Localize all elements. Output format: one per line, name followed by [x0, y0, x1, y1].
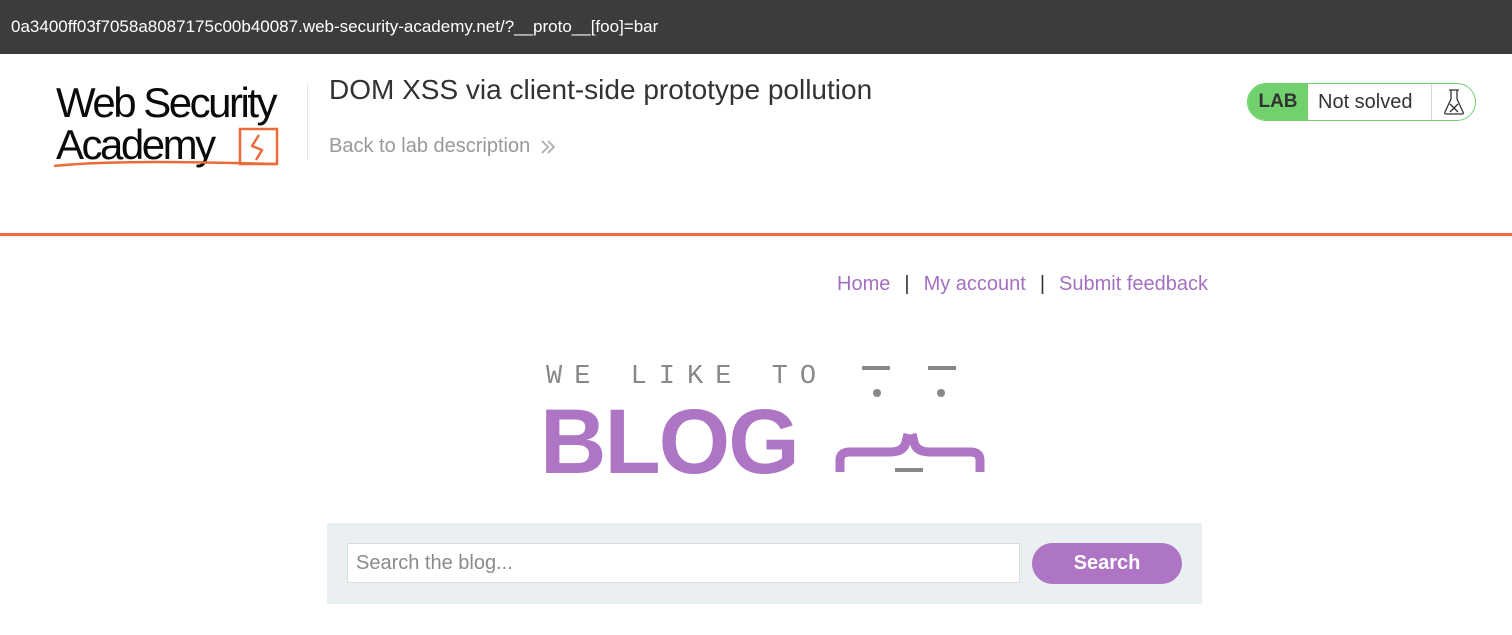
address-bar-url[interactable]: 0a3400ff03f7058a8087175c00b40087.web-sec… [11, 17, 658, 37]
address-bar[interactable]: 0a3400ff03f7058a8087175c00b40087.web-sec… [0, 0, 1512, 54]
back-to-lab-description-link[interactable]: Back to lab description [329, 135, 556, 158]
header-divider [0, 233, 1512, 236]
nav-separator: | [1039, 273, 1046, 295]
top-navigation: Home | My account | Submit feedback [837, 273, 1208, 296]
double-chevron-right-icon [541, 139, 556, 154]
search-input[interactable] [347, 543, 1020, 583]
search-button[interactable]: Search [1032, 543, 1182, 584]
lab-badge: LAB [1248, 84, 1308, 120]
logo-mark-icon [53, 127, 279, 168]
logo-divider [307, 84, 308, 160]
lab-title: DOM XSS via client-side prototype pollut… [329, 74, 873, 105]
web-security-academy-logo[interactable]: Web Security Academy [50, 80, 310, 175]
nav-separator: | [904, 273, 910, 295]
blog-banner: WE LIKE TO BLOG [540, 362, 990, 493]
back-link-label[interactable]: Back to lab description [329, 135, 530, 158]
nav-my-account-link[interactable]: My account [924, 273, 1026, 296]
lab-status-widget: LAB Not solved [1247, 83, 1476, 121]
flask-icon [1432, 84, 1475, 120]
nav-submit-feedback-link[interactable]: Submit feedback [1059, 273, 1208, 296]
face-brace-icon [835, 366, 985, 472]
lab-status-text: Not solved [1308, 84, 1432, 120]
nav-home-link[interactable]: Home [837, 273, 890, 296]
search-panel: Search [327, 523, 1202, 604]
